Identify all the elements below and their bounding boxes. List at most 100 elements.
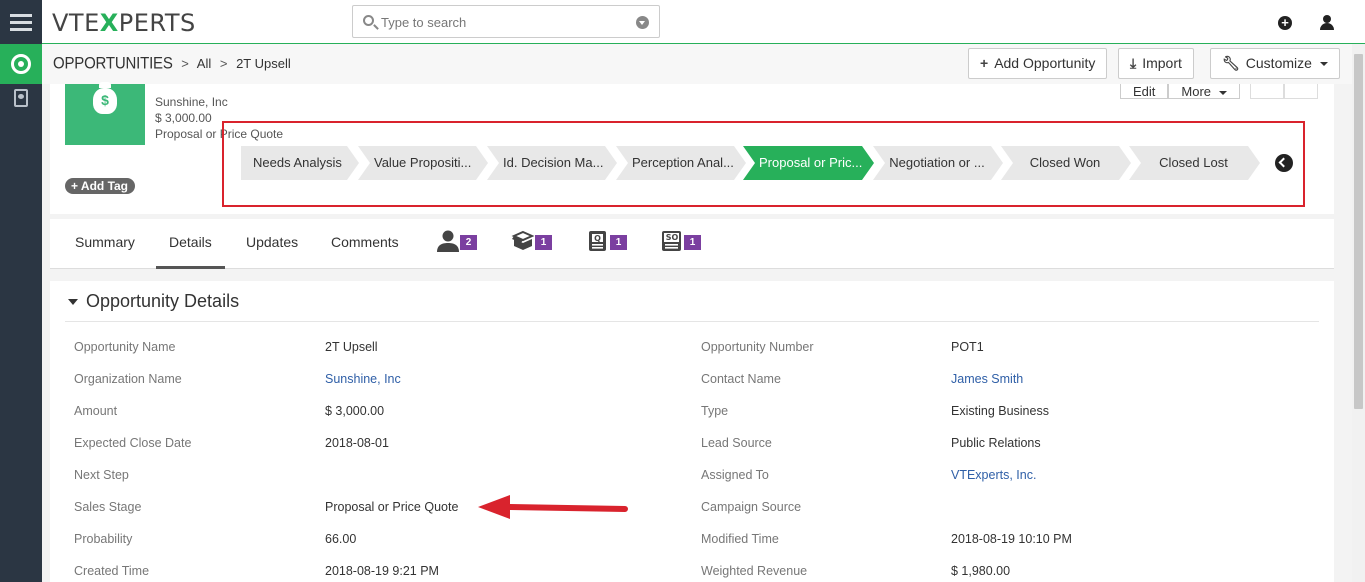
breadcrumb-module[interactable]: OPPORTUNITIES bbox=[53, 54, 173, 73]
field-value: 66.00 bbox=[325, 532, 357, 546]
quick-create-icon[interactable]: + bbox=[1278, 16, 1292, 30]
breadcrumb-separator: > bbox=[181, 56, 189, 71]
add-opportunity-button[interactable]: + Add Opportunity bbox=[968, 48, 1108, 79]
field-value: Existing Business bbox=[951, 404, 1049, 418]
vtexperts-logo[interactable]: VTEXPERTS bbox=[52, 9, 196, 37]
tab-comments[interactable]: Comments bbox=[318, 219, 412, 269]
search-dropdown-icon[interactable] bbox=[636, 16, 649, 29]
field-label: Type bbox=[701, 404, 729, 418]
field-label: Created Time bbox=[74, 564, 150, 578]
user-profile-icon[interactable] bbox=[1320, 15, 1334, 31]
tab-related-products[interactable]: 1 bbox=[511, 230, 555, 254]
previous-record-button[interactable] bbox=[1250, 84, 1284, 99]
record-action-buttons: Edit More bbox=[1120, 84, 1241, 99]
top-bar: VTEXPERTS + bbox=[42, 0, 1365, 44]
field-value: $ 1,980.00 bbox=[951, 564, 1011, 578]
field-value: POT1 bbox=[951, 340, 984, 354]
tab-updates[interactable]: Updates bbox=[233, 219, 311, 269]
field-label: Expected Close Date bbox=[74, 436, 192, 450]
field-label: Opportunity Name bbox=[74, 340, 176, 354]
products-count-badge: 1 bbox=[535, 235, 552, 250]
stage-closed-won[interactable]: Closed Won bbox=[1001, 146, 1131, 180]
opportunity-record-image: $ bbox=[65, 82, 145, 145]
search-icon bbox=[363, 15, 374, 26]
import-label: Import bbox=[1142, 55, 1182, 71]
record-navigation bbox=[1250, 84, 1318, 99]
field-value-link[interactable]: Sunshine, Inc bbox=[325, 372, 401, 386]
collapse-caret-icon[interactable] bbox=[68, 299, 78, 306]
stage-needs-analysis[interactable]: Needs Analysis bbox=[241, 146, 359, 180]
scrollbar-thumb[interactable] bbox=[1354, 54, 1363, 409]
breadcrumb-separator: > bbox=[219, 56, 228, 71]
products-box-icon bbox=[511, 230, 535, 250]
quotes-icon: Q bbox=[589, 231, 606, 251]
field-value: $ 3,000.00 bbox=[325, 404, 385, 418]
money-bag-icon: $ bbox=[93, 82, 117, 114]
stage-value-proposition[interactable]: Value Propositi... bbox=[358, 146, 488, 180]
add-opportunity-label: Add Opportunity bbox=[994, 55, 1096, 71]
left-rail bbox=[0, 0, 42, 582]
vertical-scrollbar[interactable] bbox=[1352, 44, 1365, 582]
record-tabs: Summary Details Updates Comments 2 1 Q 1… bbox=[50, 219, 1334, 269]
chevron-down-icon bbox=[1219, 90, 1228, 95]
section-title[interactable]: Opportunity Details bbox=[68, 291, 239, 312]
stage-proposal-price-quote[interactable]: Proposal or Pric... bbox=[743, 146, 874, 180]
more-button[interactable]: More bbox=[1168, 84, 1241, 99]
breadcrumb-record: 2T Upsell bbox=[236, 56, 291, 71]
field-label: Weighted Revenue bbox=[701, 564, 808, 578]
stage-id-decision-makers[interactable]: Id. Decision Ma... bbox=[487, 146, 617, 180]
stage-negotiation-review[interactable]: Negotiation or ... bbox=[873, 146, 1003, 180]
sales-orders-count-badge: 1 bbox=[684, 235, 701, 250]
customize-label: Customize bbox=[1245, 55, 1312, 71]
next-record-button[interactable] bbox=[1284, 84, 1318, 99]
breadcrumb-filter[interactable]: All bbox=[197, 56, 211, 71]
stage-scroll-left-icon[interactable] bbox=[1275, 154, 1293, 172]
tab-details[interactable]: Details bbox=[156, 219, 225, 269]
global-search bbox=[352, 5, 660, 38]
field-label: Organization Name bbox=[74, 372, 182, 386]
contacts-module-icon[interactable] bbox=[0, 84, 42, 112]
annotation-arrow-icon bbox=[478, 495, 628, 519]
field-value: 2018-08-19 10:10 PM bbox=[951, 532, 1072, 546]
field-value: Proposal or Price Quote bbox=[325, 500, 459, 514]
field-label: Amount bbox=[74, 404, 118, 418]
tab-related-contacts[interactable]: 2 bbox=[436, 230, 480, 254]
field-label: Assigned To bbox=[701, 468, 769, 482]
field-label: Campaign Source bbox=[701, 500, 802, 514]
svg-text:Q: Q bbox=[594, 234, 601, 243]
field-value: 2018-08-01 bbox=[325, 436, 389, 450]
field-value: 2T Upsell bbox=[325, 340, 378, 354]
field-value: Public Relations bbox=[951, 436, 1041, 450]
opportunities-module-icon[interactable] bbox=[0, 44, 42, 84]
field-label: Probability bbox=[74, 532, 133, 546]
field-label: Modified Time bbox=[701, 532, 779, 546]
stage-closed-lost[interactable]: Closed Lost bbox=[1129, 146, 1260, 180]
field-label: Sales Stage bbox=[74, 500, 142, 514]
module-header: OPPORTUNITIES > All > 2T Upsell + Add Opp… bbox=[42, 44, 1352, 84]
add-tag-button[interactable]: + Add Tag bbox=[65, 178, 136, 194]
field-label: Lead Source bbox=[701, 436, 772, 450]
search-input[interactable] bbox=[381, 12, 621, 32]
field-value: 2018-08-19 9:21 PM bbox=[325, 564, 439, 578]
field-label: Next Step bbox=[74, 468, 129, 482]
record-organization: Sunshine, Inc bbox=[155, 95, 228, 109]
tab-related-sales-orders[interactable]: SO 1 bbox=[660, 230, 704, 254]
opportunity-details-section: Opportunity Details bbox=[50, 281, 1334, 582]
edit-button[interactable]: Edit bbox=[1120, 84, 1169, 99]
field-label: Opportunity Number bbox=[701, 340, 814, 354]
field-value-link[interactable]: VTExperts, Inc. bbox=[951, 468, 1036, 482]
section-divider bbox=[65, 321, 1319, 322]
section-title-text: Opportunity Details bbox=[86, 291, 240, 311]
quotes-count-badge: 1 bbox=[610, 235, 627, 250]
stage-perception-analysis[interactable]: Perception Anal... bbox=[616, 146, 746, 180]
hamburger-menu-icon[interactable] bbox=[0, 0, 42, 44]
plus-icon: + bbox=[980, 55, 989, 71]
tab-related-quotes[interactable]: Q 1 bbox=[586, 230, 630, 254]
wrench-icon: 🔧︎ bbox=[1222, 55, 1240, 71]
customize-button[interactable]: 🔧︎ Customize bbox=[1210, 48, 1340, 79]
field-value-link[interactable]: James Smith bbox=[951, 372, 1023, 386]
breadcrumb: OPPORTUNITIES > All > 2T Upsell bbox=[53, 54, 291, 73]
import-button[interactable]: ⤓ Import bbox=[1118, 48, 1194, 79]
tab-summary[interactable]: Summary bbox=[62, 219, 148, 269]
field-label: Contact Name bbox=[701, 372, 781, 386]
